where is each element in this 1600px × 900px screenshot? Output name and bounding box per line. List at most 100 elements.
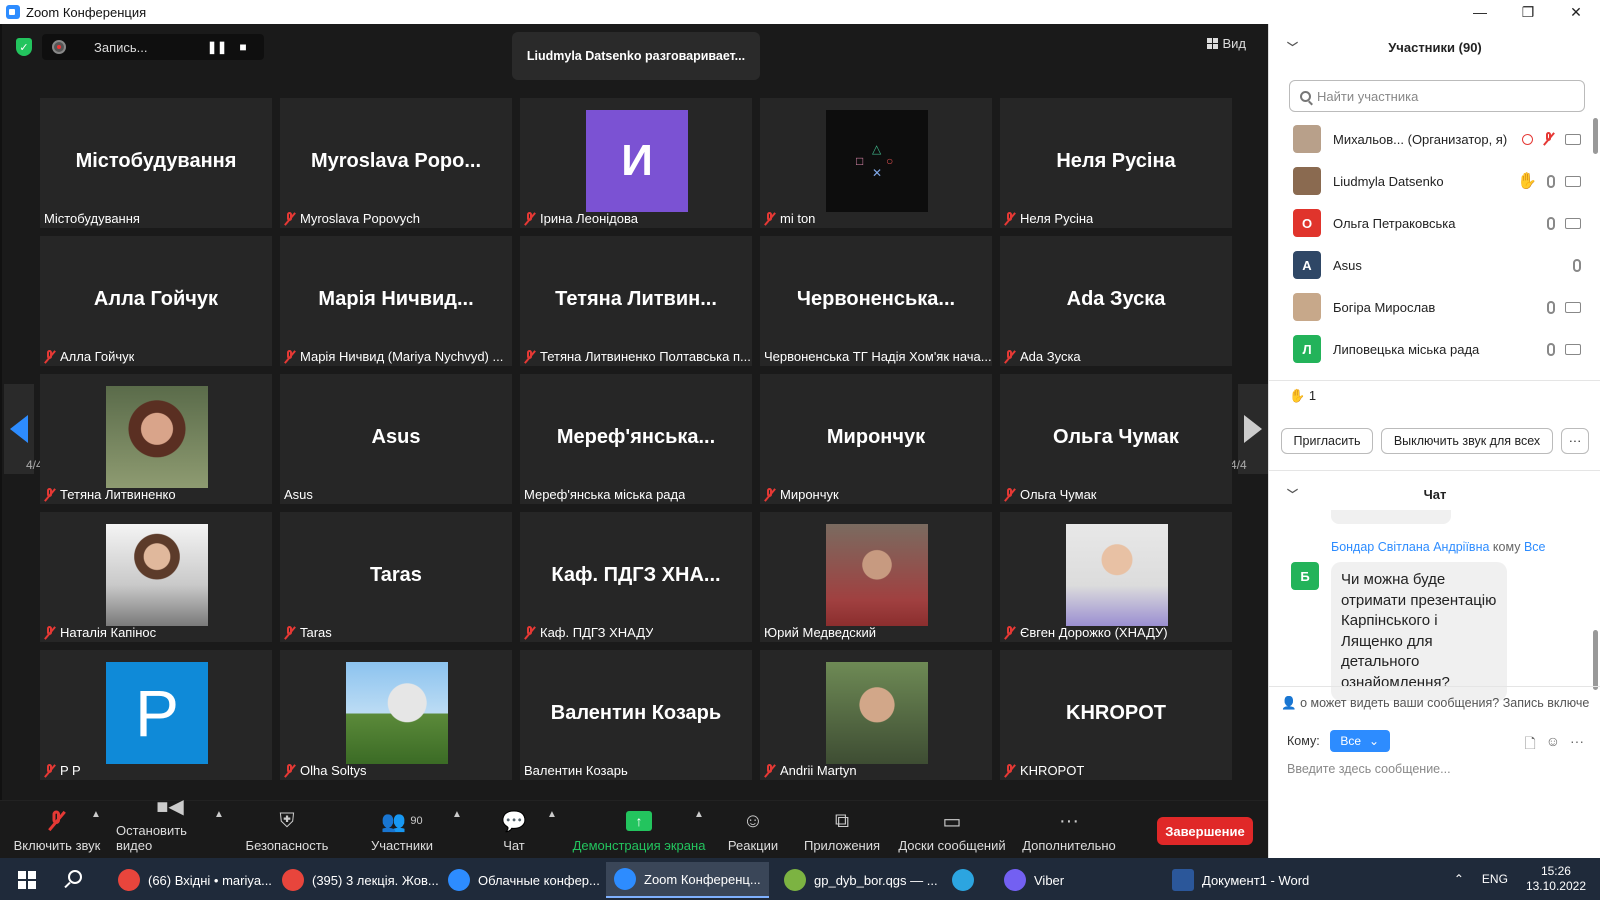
end-meeting-button[interactable]: Завершение [1157,817,1253,845]
participants-button[interactable]: 👥 90 Участники [368,801,436,859]
stop-video-button[interactable]: ■◀ Остановить видео [116,796,224,859]
video-tile[interactable]: Євген Дорожко (ХНАДУ) [1000,512,1232,642]
search-icon[interactable] [68,870,82,884]
participant-row[interactable]: Л Липовецька міська рада [1269,328,1600,370]
tile-name-text: Євген Дорожко (ХНАДУ) [1020,625,1168,640]
participant-row[interactable]: Богіра Мирослав [1269,286,1600,328]
taskbar-app-viber[interactable]: Viber [996,862,1072,898]
video-tile[interactable]: Мереф'янська... Мереф'янська міська рада [520,374,752,504]
video-tile[interactable]: Taras Taras [280,512,512,642]
ellipsis-icon[interactable]: ··· [1570,733,1584,757]
chat-button[interactable]: 💬 Чат [492,801,536,859]
video-tile[interactable]: Містобудування Містобудування [40,98,272,228]
apps-button[interactable]: ⧉ Приложения [800,801,884,859]
video-tile[interactable]: Каф. ПДГЗ ХНА... Каф. ПДГЗ ХНАДУ [520,512,752,642]
participant-list-scrollbar[interactable] [1593,118,1598,154]
taskbar-app-zoom-cloud[interactable]: Облачные конфер... [440,862,608,898]
tile-name-text: Myroslava Popovych [300,211,420,226]
file-icon[interactable]: 🗋 [1524,733,1535,757]
video-tile[interactable]: Неля Русіна Неля Русіна [1000,98,1232,228]
tile-display-name: Taras [370,564,422,586]
video-tile[interactable]: Наталія Капінос [40,512,272,642]
chat-scrollbar[interactable] [1593,630,1598,690]
mic-icon[interactable] [1547,300,1555,314]
taskbar-app-zoom-meeting[interactable]: Zoom Конференц... [606,862,769,898]
more-options-button[interactable]: ··· [1561,428,1589,454]
camera-icon[interactable] [1565,133,1581,145]
whiteboards-button[interactable]: ▭ Доски сообщений [896,801,1008,859]
video-tile[interactable]: Алла Гойчук Алла Гойчук [40,236,272,366]
chat-message-input[interactable]: Введите здесь сообщение... [1287,762,1451,776]
video-tile[interactable]: Марія Ничвид... Марія Ничвид (Mariya Nyc… [280,236,512,366]
video-tile[interactable]: Ольга Чумак Ольга Чумак [1000,374,1232,504]
encryption-shield-icon[interactable]: ✓ [16,38,32,56]
video-tile[interactable]: Валентин Козарь Валентин Козарь [520,650,752,780]
clock[interactable]: 15:26 13.10.2022 [1526,864,1586,894]
view-button[interactable]: Вид [1207,36,1246,51]
participant-row[interactable]: О Ольга Петраковська [1269,202,1600,244]
video-tile[interactable]: Myroslava Popo... Myroslava Popovych [280,98,512,228]
mic-icon[interactable] [1547,342,1555,356]
video-options-caret-icon[interactable]: ▲ [214,809,224,820]
reactions-button[interactable]: ☺ Реакции [722,801,784,859]
mic-muted-icon[interactable] [1543,132,1555,146]
stop-recording-button[interactable]: ■ [230,40,256,54]
more-button[interactable]: ··· Дополнительно [1020,801,1118,859]
invite-button[interactable]: Пригласить [1281,428,1373,454]
camera-icon[interactable] [1565,175,1581,187]
video-tile[interactable]: KHROPOT KHROPOT [1000,650,1232,780]
security-button[interactable]: ⛨ Безопасность [244,801,330,859]
language-indicator[interactable]: ENG [1482,872,1508,886]
pause-recording-button[interactable]: ❚❚ [204,40,230,54]
participant-row[interactable]: Liudmyla Datsenko ✋ [1269,160,1600,202]
video-tile[interactable]: Мирончук Мирончук [760,374,992,504]
video-tile[interactable]: Червоненська... Червоненська ТГ Надія Хо… [760,236,992,366]
camera-icon[interactable] [1565,217,1581,229]
video-tile[interactable]: Olha Soltys [280,650,512,780]
chevron-up-icon[interactable]: ⌃ [1454,872,1464,886]
close-button[interactable]: ✕ [1552,0,1600,24]
emoji-icon[interactable]: ☺ [1546,733,1560,757]
collapse-chat-chevron-icon[interactable]: ﹀ [1287,486,1298,502]
taskbar-app-word[interactable]: Документ1 - Word [1164,862,1317,898]
mute-all-button[interactable]: Выключить звук для всех [1381,428,1553,454]
video-tile[interactable]: △ □ ○ ✕ mi ton [760,98,992,228]
taskbar-app-telegram[interactable] [944,862,982,898]
video-tile[interactable]: P P P [40,650,272,780]
taskbar-app-youtube[interactable]: (395) 3 лекція. Жов... [274,862,447,898]
minimize-button[interactable]: — [1456,0,1504,24]
windows-start-icon[interactable] [18,871,36,889]
audio-options-caret-icon[interactable]: ▲ [91,809,101,820]
collapse-participants-chevron-icon[interactable]: ﹀ [1287,39,1298,55]
mic-icon[interactable] [1573,258,1581,272]
chat-options-caret-icon[interactable]: ▲ [547,809,557,820]
participants-options-caret-icon[interactable]: ▲ [452,809,462,820]
participant-row[interactable]: Михальов... (Организатор, я) [1269,118,1600,160]
video-tile[interactable]: Тетяна Литвиненко [40,374,272,504]
participant-row[interactable]: A Asus [1269,244,1600,286]
mic-icon[interactable] [1547,174,1555,188]
video-tile[interactable]: Тетяна Литвин... Тетяна Литвиненко Полта… [520,236,752,366]
video-tile[interactable]: Юрий Медведский [760,512,992,642]
camera-icon[interactable] [1565,343,1581,355]
taskbar-app-qgis[interactable]: gp_dyb_bor.qgs — ... [776,862,946,898]
mic-icon[interactable] [1547,216,1555,230]
telegram-icon [952,869,974,891]
chat-recipient-dropdown[interactable]: Все ⌄ [1329,730,1390,752]
unmute-button[interactable]: Включить звук [12,801,102,859]
video-tile[interactable]: Ada Зуска Ada Зуска [1000,236,1232,366]
chat-recipient[interactable]: Все [1524,540,1546,554]
participant-search-input[interactable]: Найти участника [1289,80,1585,112]
participant-status-icons [1547,342,1581,356]
chat-visibility-notice[interactable]: 👤 о может видеть ваши сообщения? Запись … [1281,696,1599,711]
camera-icon[interactable] [1565,301,1581,313]
taskbar-app-gmail[interactable]: (66) Вхідні • mariya... [110,862,280,898]
restore-button[interactable]: ❐ [1504,0,1552,24]
video-tile[interactable]: Andrii Martyn [760,650,992,780]
video-tile[interactable]: И Ірина Леонідова [520,98,752,228]
share-screen-button[interactable]: ↑ Демонстрация экрана [570,801,708,859]
chat-sender-name[interactable]: Бондар Світлана Андріївна [1331,540,1489,554]
video-tile[interactable]: Asus Asus [280,374,512,504]
tile-name-text: P P [60,763,81,778]
share-options-caret-icon[interactable]: ▲ [694,809,704,820]
